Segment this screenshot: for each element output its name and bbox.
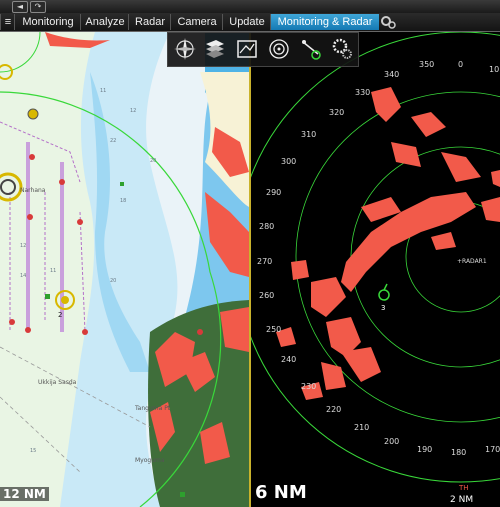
bearing-label: 190	[417, 445, 432, 454]
depth-sounding: 18	[120, 198, 126, 204]
depth-sounding: 14	[20, 273, 26, 279]
place-name: Tanguma Pt	[134, 405, 171, 412]
bearing-label: 250	[266, 325, 281, 334]
place-name: Narhana	[20, 187, 46, 194]
tab-camera[interactable]: Camera	[170, 14, 223, 30]
bearing-label: 310	[301, 130, 316, 139]
bearing-label: 280	[259, 222, 274, 231]
depth-sounding: 12	[130, 108, 136, 114]
depth-sounding: 20	[150, 158, 156, 164]
tab-analyze[interactable]: Analyze	[80, 14, 129, 30]
radar-target-icon[interactable]	[266, 36, 292, 62]
range-scale-label: 2 NM	[450, 495, 474, 505]
depth-sounding: 15	[30, 448, 36, 454]
menu-icon: ≡	[4, 16, 12, 28]
tab-monitoring-radar[interactable]: Monitoring & Radar	[270, 14, 379, 30]
bearing-label: 0	[458, 60, 463, 69]
depth-sounding: 20	[110, 278, 116, 284]
bearing-label: 320	[329, 108, 344, 117]
depth-sounding: 12	[20, 243, 26, 249]
bearing-label: 200	[384, 437, 399, 446]
bearing-label: 330	[355, 88, 370, 97]
tab-update[interactable]: Update	[222, 14, 271, 30]
depth-sounding: 11	[100, 88, 106, 94]
bearing-label: 170	[485, 445, 500, 454]
place-name: Ukkija Sasda	[38, 379, 77, 386]
bearing-label: 220	[326, 405, 341, 414]
bearing-label: 270	[257, 257, 272, 266]
bearing-label: 350	[419, 60, 434, 69]
radar-display[interactable]: 3 +RADAR1 350 0 10 340 330 320 310 300 2…	[251, 32, 500, 507]
depth-sounding: 11	[50, 268, 56, 274]
place-name: Myoguma	[135, 457, 165, 464]
bearing-label: 290	[266, 188, 281, 197]
bearing-label: 340	[384, 70, 399, 79]
title-bar: ◄ ↷	[0, 0, 500, 14]
bearing-label: 300	[281, 157, 296, 166]
chart-range-label: 12 NM	[0, 487, 49, 501]
bearing-label: 240	[281, 355, 296, 364]
bearing-label: 260	[259, 291, 274, 300]
tab-monitoring[interactable]: Monitoring	[14, 14, 81, 30]
radar-range-label: 6 NM	[255, 482, 307, 503]
layers-icon[interactable]	[202, 36, 228, 62]
depth-sounding: 22	[110, 138, 116, 144]
back-button[interactable]: ◄	[12, 1, 28, 13]
target-number: 3	[381, 304, 385, 312]
tab-radar[interactable]: Radar	[128, 14, 171, 30]
bearing-label: 230	[301, 382, 316, 391]
compass-icon[interactable]	[172, 36, 198, 62]
radar-target-label: +RADAR1	[457, 258, 487, 265]
bearing-label: 210	[354, 423, 369, 432]
track-icon[interactable]	[298, 36, 324, 62]
bearing-label: 180	[451, 448, 466, 457]
settings-gear-icon[interactable]	[380, 13, 396, 31]
map-toolbar	[167, 32, 359, 67]
forward-button[interactable]: ↷	[30, 1, 46, 13]
waypoint-label: 2	[58, 311, 62, 319]
buoy-icon	[27, 108, 39, 120]
tab-menu[interactable]: ≡	[0, 14, 15, 30]
nautical-chart[interactable]: Narhana Ukkija Sasda Tanguma Pt Myoguma …	[0, 32, 249, 507]
settings-gear-icon[interactable]	[330, 36, 356, 62]
bearing-label: 10	[489, 65, 499, 74]
orientation-label: TH	[459, 484, 469, 492]
chart-settings-icon[interactable]	[234, 36, 260, 62]
tab-bar: ≡ Monitoring Analyze Radar Camera Update…	[0, 13, 500, 32]
